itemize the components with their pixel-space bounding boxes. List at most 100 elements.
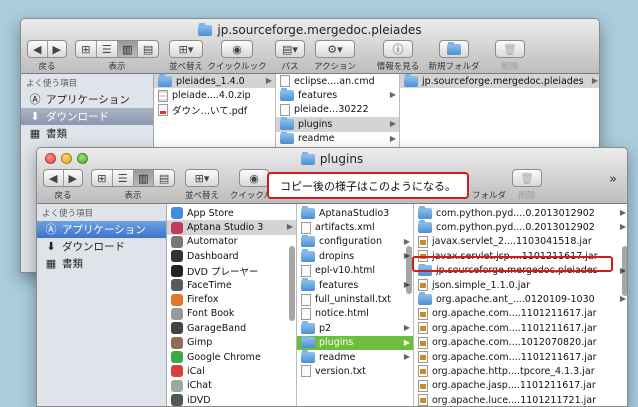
list-item[interactable]: com.python.pyd....0.2013012902 ▶	[414, 220, 627, 234]
icon-view-icon[interactable]: ⊞	[92, 170, 112, 186]
scrollbar[interactable]	[622, 246, 627, 296]
list-item[interactable]: readme ▶	[276, 131, 399, 146]
list-item[interactable]: Google Chrome	[167, 350, 296, 364]
view-mode-buttons[interactable]: ⊞ ☰ ▥ ▤	[91, 169, 175, 187]
column-view-icon[interactable]: ▥	[132, 170, 154, 186]
sidebar-item-documents[interactable]: ▦ 書類	[37, 255, 166, 272]
list-item[interactable]: p2 ▶	[297, 321, 413, 335]
list-item[interactable]: Firefox	[167, 292, 296, 306]
sidebar-item-downloads[interactable]: ⬇ ダウンロード	[37, 238, 166, 255]
delete-button[interactable]: 🗑	[495, 40, 525, 58]
list-item[interactable]: full_uninstall.txt	[297, 292, 413, 306]
app-icon	[171, 264, 183, 277]
view-mode-buttons[interactable]: ⊞ ☰ ▥ ▤	[75, 40, 159, 58]
list-item[interactable]: iCal	[167, 364, 296, 378]
list-item[interactable]: dropins ▶	[297, 249, 413, 263]
list-item[interactable]: pleiade…30222	[276, 103, 399, 117]
list-item[interactable]: plugins ▶	[276, 117, 399, 132]
file-icon	[301, 365, 311, 378]
coverflow-view-icon[interactable]: ▤	[153, 170, 174, 186]
list-item[interactable]: AptanaStudio3	[297, 206, 413, 220]
list-item[interactable]: org.apache.com....1012070820.jar	[414, 336, 627, 350]
front-sidebar: よく使う項目 Ⓐ アプリケーション ⬇ ダウンロード ▦ 書類	[37, 204, 167, 406]
list-item[interactable]: version.txt	[297, 364, 413, 378]
list-item[interactable]: FaceTime	[167, 278, 296, 292]
list-item[interactable]: javax.servlet.jsp....1101211617.jar	[414, 249, 627, 263]
list-item[interactable]: org.apache.http....tpcore_4.1.3.jar	[414, 364, 627, 378]
list-item[interactable]: ダウン…いて.pdf	[154, 103, 275, 117]
list-item[interactable]: jp.sourceforge.mergedoc.pleiades ▶	[414, 263, 627, 278]
forward-arrow-icon[interactable]: ▶	[62, 170, 83, 186]
list-item[interactable]: features ▶	[297, 277, 413, 292]
list-item[interactable]: pleiades_1.4.0 ▶	[154, 74, 275, 89]
list-item[interactable]: DVD プレーヤー	[167, 264, 296, 278]
pdf-file-icon	[158, 103, 168, 116]
sidebar-item-applications[interactable]: Ⓐ アプリケーション	[37, 221, 166, 238]
scrollbar[interactable]	[406, 246, 412, 294]
list-item[interactable]: org.apache.luce....1101211721.jar	[414, 393, 627, 406]
front-column-aptana: AptanaStudio3 artifacts.xml configuration ▶…	[297, 204, 414, 406]
get-info-button[interactable]: ⓘ	[383, 40, 413, 58]
app-icon	[171, 235, 183, 248]
new-folder-button[interactable]	[439, 40, 469, 58]
list-item[interactable]: pleiade....4.0.zip	[154, 88, 275, 102]
list-item[interactable]: org.apache.com....1101211617.jar	[414, 321, 627, 335]
list-item[interactable]: Automator	[167, 235, 296, 249]
back-arrow-icon[interactable]: ◀	[44, 170, 63, 186]
list-item[interactable]: notice.html	[297, 307, 413, 321]
arrange-button[interactable]: ⊞▾	[169, 40, 203, 58]
list-item[interactable]: com.python.pyd....0.2013012902 ▶	[414, 206, 627, 220]
list-item[interactable]: readme ▶	[297, 349, 413, 364]
list-item[interactable]: jp.sourceforge.mergedoc.pleiades ▶	[400, 74, 599, 89]
list-item[interactable]: Font Book	[167, 307, 296, 321]
list-item[interactable]: artifacts.xml	[297, 220, 413, 234]
list-item[interactable]: javax.servlet_2....1103041518.jar	[414, 235, 627, 249]
list-view-icon[interactable]: ☰	[95, 41, 117, 57]
icon-view-icon[interactable]: ⊞	[76, 41, 96, 57]
list-view-icon[interactable]: ☰	[111, 170, 133, 186]
list-item[interactable]: iDVD	[167, 393, 296, 406]
list-item[interactable]: Gimp	[167, 336, 296, 350]
path-button[interactable]: ▤▾	[275, 40, 305, 58]
action-button[interactable]: ⚙▾	[315, 40, 355, 58]
app-icon	[171, 279, 183, 292]
scrollbar[interactable]	[289, 246, 295, 321]
list-item[interactable]: json.simple_1.1.0.jar	[414, 278, 627, 292]
list-item[interactable]: GarageBand	[167, 321, 296, 335]
list-item[interactable]: configuration ▶	[297, 234, 413, 249]
list-item[interactable]: Aptana Studio 3 ▶	[167, 220, 296, 235]
list-item[interactable]: org.apache.ant_....0120109-1030 ▶	[414, 292, 627, 306]
list-item[interactable]: App Store	[167, 206, 296, 220]
list-item[interactable]: iChat	[167, 379, 296, 393]
sidebar-item-downloads[interactable]: ⬇ ダウンロード	[21, 108, 153, 125]
coverflow-view-icon[interactable]: ▤	[137, 41, 158, 57]
list-item[interactable]: org.apache.jasp....1101211617.jar	[414, 379, 627, 393]
quicklook-button[interactable]: ◉	[221, 40, 253, 58]
list-item[interactable]: eclipse....an.cmd	[276, 74, 399, 88]
folder-icon	[301, 206, 315, 219]
app-icon	[171, 322, 183, 335]
column-view-icon[interactable]: ▥	[116, 41, 138, 57]
jar-file-icon	[418, 394, 428, 406]
forward-arrow-icon[interactable]: ▶	[46, 41, 67, 57]
folder-icon	[301, 277, 315, 291]
toolbar-overflow-button[interactable]: »	[609, 172, 617, 187]
new-folder-icon	[447, 41, 461, 55]
sidebar-item-applications[interactable]: Ⓐ アプリケーション	[21, 91, 153, 108]
view-label: 表示	[124, 191, 142, 201]
arrange-icon: ⊞▾	[178, 42, 194, 56]
list-item[interactable]: plugins ▶	[297, 335, 413, 350]
back-arrow-icon[interactable]: ◀	[28, 41, 47, 57]
list-item[interactable]: org.apache.com....1101211617.jar	[414, 307, 627, 321]
sidebar-item-documents[interactable]: ▦ 書類	[21, 125, 153, 142]
back-forward-buttons[interactable]: ◀ ▶	[43, 169, 83, 187]
list-item[interactable]: org.apache.com....1101211617.jar	[414, 350, 627, 364]
delete-button[interactable]: 🗑	[512, 169, 542, 187]
list-item[interactable]: Dashboard	[167, 249, 296, 263]
list-item[interactable]: epl-v10.html	[297, 264, 413, 278]
list-item[interactable]: features ▶	[276, 88, 399, 102]
arrange-button[interactable]: ⊞▾	[185, 169, 219, 187]
quicklook-button[interactable]: ◉	[239, 169, 269, 187]
back-forward-buttons[interactable]: ◀ ▶	[27, 40, 67, 58]
app-icon	[171, 379, 183, 392]
